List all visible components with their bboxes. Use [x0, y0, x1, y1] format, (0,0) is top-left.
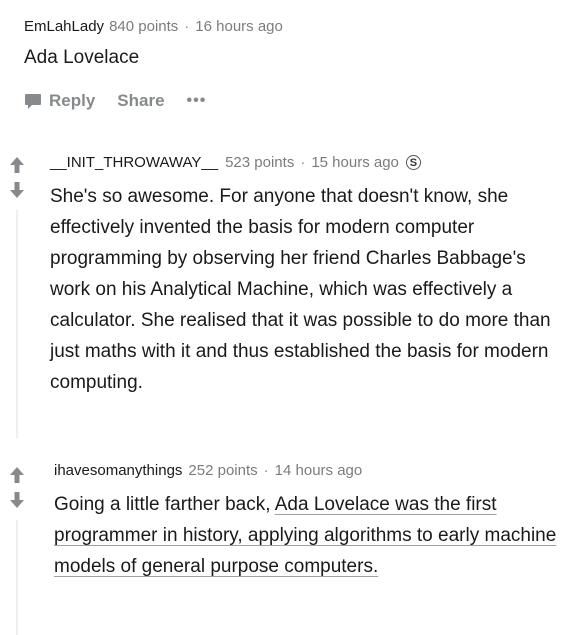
downvote-arrow-icon[interactable] — [9, 181, 25, 199]
comment-points: 840 points — [109, 18, 179, 35]
s-circle-badge-icon: S — [405, 155, 421, 170]
comment-points: 523 points — [225, 154, 295, 171]
comment-author[interactable]: __INIT_THROWAWAY__ — [50, 154, 218, 171]
comment-bubble-icon — [25, 93, 41, 109]
comment-author[interactable]: EmLahLady — [24, 18, 104, 35]
comment-ihavesomanythings: ihavesomanythings 252 points · 14 hours … — [54, 462, 564, 582]
comment-body: Going a little farther back, Ada Lovelac… — [54, 489, 564, 582]
meta-separator: · — [184, 18, 190, 35]
comment-body: She's so awesome. For anyone that doesn'… — [50, 186, 551, 393]
comment-init-throwaway: __INIT_THROWAWAY__ 523 points · 15 hours… — [50, 154, 570, 398]
comment-body: Ada Lovelace — [24, 47, 140, 68]
comment-emlahlady: EmLahLady 840 points · 16 hours ago Ada … — [24, 18, 564, 111]
meta-separator: · — [300, 154, 306, 171]
comment-timestamp[interactable]: 16 hours ago — [195, 18, 283, 35]
meta-separator: · — [263, 462, 269, 479]
comment-meta: EmLahLady 840 points · 16 hours ago — [24, 18, 564, 35]
vote-controls — [8, 466, 26, 509]
reply-label: Reply — [49, 91, 96, 110]
comment-body-text: Going a little farther back, — [54, 494, 275, 515]
comment-actions: Reply Share ••• — [24, 91, 564, 111]
upvote-arrow-icon[interactable] — [9, 156, 25, 174]
comment-meta: __INIT_THROWAWAY__ 523 points · 15 hours… — [50, 154, 570, 171]
thread-line[interactable] — [16, 210, 18, 438]
reply-button[interactable]: Reply — [24, 91, 95, 111]
comment-meta: ihavesomanythings 252 points · 14 hours … — [54, 462, 564, 479]
thread-line[interactable] — [16, 520, 18, 635]
vote-controls — [8, 156, 26, 199]
comment-timestamp[interactable]: 14 hours ago — [275, 462, 363, 479]
comment-author[interactable]: ihavesomanythings — [54, 462, 182, 479]
more-options-button[interactable]: ••• — [187, 92, 207, 110]
downvote-arrow-icon[interactable] — [9, 491, 25, 509]
comment-timestamp[interactable]: 15 hours ago — [311, 154, 399, 171]
upvote-arrow-icon[interactable] — [9, 466, 25, 484]
share-button[interactable]: Share — [117, 91, 164, 111]
comment-points: 252 points — [188, 462, 258, 479]
